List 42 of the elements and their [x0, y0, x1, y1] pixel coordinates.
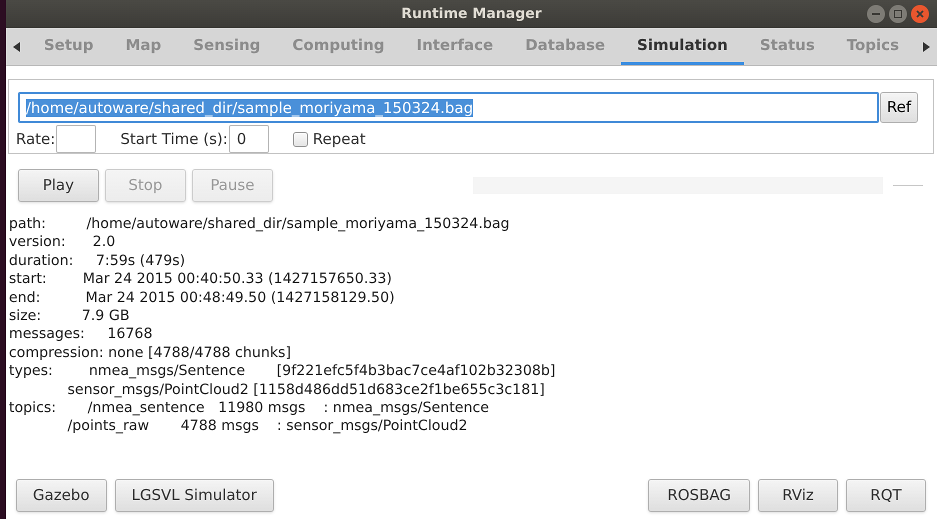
close-icon [915, 9, 925, 19]
tab[interactable]: Simulation [621, 28, 744, 65]
repeat-checkbox[interactable] [292, 132, 308, 146]
rate-label: Rate: [16, 128, 56, 150]
rate-field[interactable] [56, 125, 96, 153]
maximize-button[interactable] [889, 5, 907, 23]
start-time-label: Start Time (s): [120, 128, 228, 150]
tab[interactable]: Computing [276, 28, 400, 65]
launch-button[interactable]: Gazebo [16, 479, 106, 512]
bag-info-line: messages: 16768 [8, 325, 152, 344]
tab[interactable]: Interface [400, 28, 510, 65]
repeat-label: Repeat [312, 128, 366, 150]
bag-info-line: sensor_msgs/PointCloud2 [1158d486dd51d683ce2f1be655c3c181] [66, 380, 545, 400]
tab[interactable]: Database [509, 28, 622, 65]
bag-info-line: start: Mar 24 2015 00:40:50.33 (1427157650.33) [8, 270, 392, 289]
maximize-icon [894, 10, 902, 18]
tab[interactable]: Map [109, 28, 178, 65]
playback-button[interactable]: Play [18, 169, 99, 202]
close-button[interactable] [911, 5, 929, 23]
tab[interactable]: Setup [28, 28, 110, 65]
launch-button[interactable]: LGSVL Simulator [114, 479, 274, 512]
bag-info-line: duration: 7:59s (479s) [8, 252, 186, 270]
minimize-icon [872, 13, 880, 15]
bag-info-line: types: nmea_msgs/Sentence [9f221efc5f4b3bac7ce4af102b32308b] [8, 362, 556, 381]
bag-info-line: version: 2.0 [8, 233, 116, 252]
bag-info-line: compression: none [4788/4788 chunks] [8, 344, 291, 362]
tab[interactable]: Status [744, 28, 831, 65]
tab[interactable]: Sensing [177, 28, 276, 65]
start-time-field[interactable]: 0 [228, 125, 269, 153]
tab[interactable]: Topics [830, 28, 915, 65]
tool-button[interactable]: RViz [758, 479, 838, 512]
bag-info-line: end: Mar 24 2015 00:48:49.50 (1427158129.50) [8, 288, 395, 308]
window-title: Runtime Manager [401, 4, 542, 24]
ref-button[interactable]: Ref [880, 92, 918, 123]
tool-button[interactable]: ROSBAG [648, 479, 750, 512]
tool-button[interactable]: RQT [846, 479, 926, 512]
minimize-button[interactable] [867, 5, 885, 23]
bag-info-line: /points_raw 4788 msgs : sensor_msgs/PointCloud2 [66, 417, 468, 436]
bag-info-line: path: /home/autoware/shared_dir/sample_moriyama_150324.bag [8, 215, 510, 234]
bag-info-line: size: 7.9 GB [8, 307, 130, 326]
bag-path-field[interactable]: /home/autoware/shared_dir/sample_moriyama_150324.bag [18, 92, 879, 123]
bag-info-line: topics: /nmea_sentence 11980 msgs : nmea_msgs/Sentence [8, 399, 490, 418]
